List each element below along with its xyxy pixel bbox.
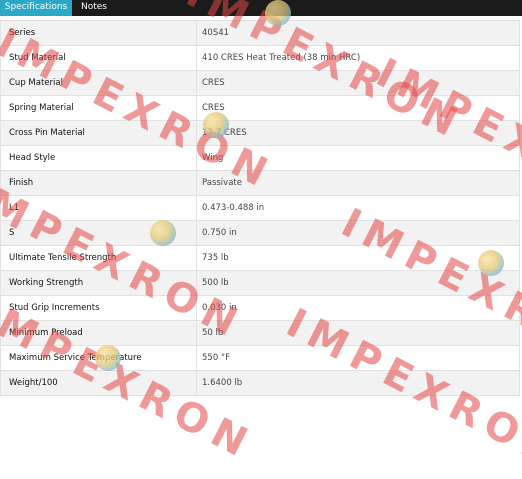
table-row: S 0.750 in	[1, 221, 519, 246]
spec-value: Passivate	[202, 178, 242, 188]
table-row: Ultimate Tensile Strength 735 lb	[1, 246, 519, 271]
spec-label: L1	[1, 196, 197, 220]
table-row: Head Style Wing	[1, 146, 519, 171]
spec-value: CRES	[202, 78, 225, 88]
table-row: L1 0.473-0.488 in	[1, 196, 519, 221]
tab-bar: Specifications Notes	[0, 0, 522, 16]
spec-value: 410 CRES Heat Treated (38 min HRC)	[202, 53, 361, 63]
spec-label: Cup Material	[1, 71, 197, 95]
table-row: Maximum Service Temperature 550 °F	[1, 346, 519, 371]
specifications-table: Series 40S41 Stud Material 410 CRES Heat…	[0, 20, 520, 396]
tab-specifications[interactable]: Specifications	[0, 0, 72, 16]
spec-value: 1.6400 lb	[202, 378, 243, 388]
spec-value: CRES	[202, 103, 225, 113]
spec-label: Series	[1, 21, 197, 45]
table-row: Minimum Preload 50 lb	[1, 321, 519, 346]
spec-label: Stud Grip Increments	[1, 296, 197, 320]
spec-label: Weight/100	[1, 371, 197, 395]
spec-label: Cross Pin Material	[1, 121, 197, 145]
spec-value: 50 lb	[202, 328, 224, 338]
table-row: Working Strength 500 lb	[1, 271, 519, 296]
spec-value: 40S41	[202, 28, 230, 38]
spec-value: 0.750 in	[202, 228, 237, 238]
spec-label: Head Style	[1, 146, 197, 170]
spec-value: 0.030 in	[202, 303, 237, 313]
table-row: Finish Passivate	[1, 171, 519, 196]
table-row: Stud Material 410 CRES Heat Treated (38 …	[1, 46, 519, 71]
spec-label: S	[1, 221, 197, 245]
spec-value: 17-7 CRES	[202, 128, 247, 138]
spec-label: Minimum Preload	[1, 321, 197, 345]
spec-label: Maximum Service Temperature	[1, 346, 197, 370]
spec-label: Ultimate Tensile Strength	[1, 246, 197, 270]
spec-value: 735 lb	[202, 253, 229, 263]
table-row: Stud Grip Increments 0.030 in	[1, 296, 519, 321]
table-row: Cross Pin Material 17-7 CRES	[1, 121, 519, 146]
spec-value: 0.473-0.488 in	[202, 203, 265, 213]
table-row: Cup Material CRES	[1, 71, 519, 96]
table-row: Weight/100 1.6400 lb	[1, 371, 519, 396]
spec-label: Stud Material	[1, 46, 197, 70]
spec-label: Finish	[1, 171, 197, 195]
table-row: Spring Material CRES	[1, 96, 519, 121]
table-row: Series 40S41	[1, 21, 519, 46]
spec-value: 500 lb	[202, 278, 229, 288]
spec-label: Spring Material	[1, 96, 197, 120]
tab-notes[interactable]: Notes	[72, 0, 116, 16]
spec-value: 550 °F	[202, 353, 231, 363]
spec-label: Working Strength	[1, 271, 197, 295]
spec-value: Wing	[202, 153, 224, 163]
